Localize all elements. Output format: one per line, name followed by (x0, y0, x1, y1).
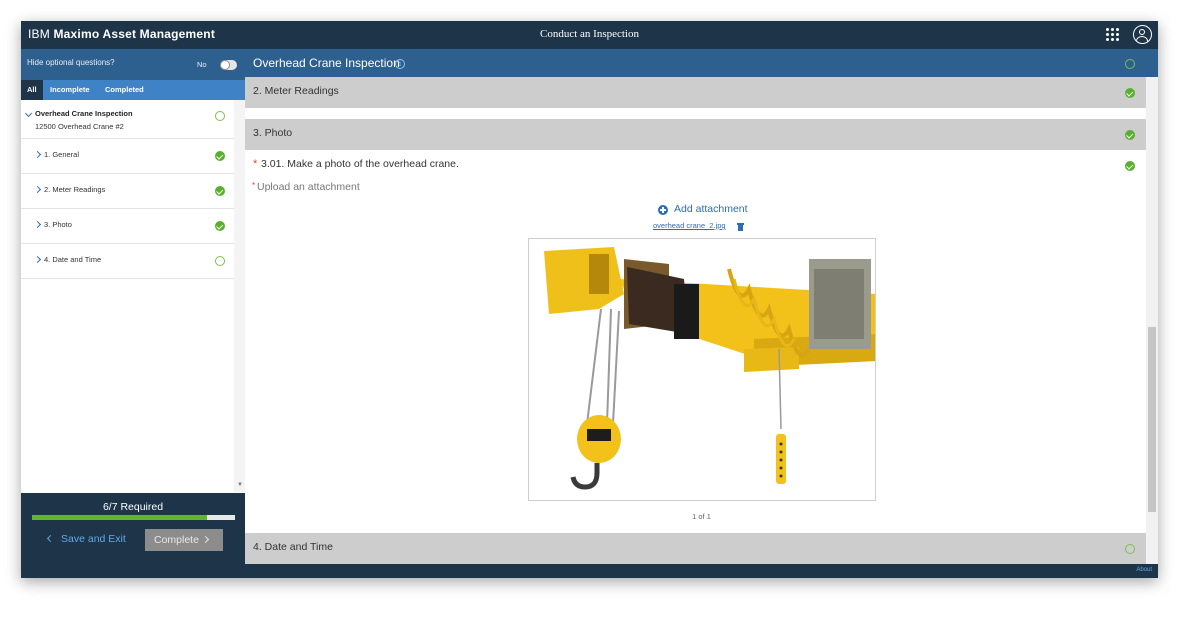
app-window: IBM Maximo Asset Management Conduct an I… (21, 21, 1158, 578)
left-navigation-panel: Hide optional questions? No All Incomple… (21, 49, 245, 578)
incomplete-circle-icon (1125, 544, 1135, 554)
save-and-exit-label: Save and Exit (61, 533, 126, 545)
chevron-right-icon (33, 150, 42, 159)
optional-questions-bar: Hide optional questions? No (21, 49, 245, 80)
apps-grid-icon[interactable] (1106, 28, 1120, 42)
tab-completed[interactable]: Completed (99, 80, 150, 100)
tree-root-title: Overhead Crane Inspection (35, 109, 133, 118)
tree-item-photo[interactable]: 3. Photo (21, 209, 234, 244)
complete-button[interactable]: Complete (145, 529, 223, 551)
incomplete-circle-icon (1125, 59, 1135, 69)
hide-optional-value: No (197, 60, 207, 69)
tab-all[interactable]: All (21, 80, 43, 100)
checkmark-icon (215, 151, 225, 161)
user-avatar-icon[interactable] (1133, 25, 1152, 44)
top-header: IBM Maximo Asset Management Conduct an I… (21, 21, 1158, 49)
tree-item-label: 4. Date and Time (44, 255, 102, 264)
incomplete-circle-icon (215, 256, 225, 266)
attachment-pager: 1 of 1 (692, 512, 711, 521)
progress-bar (32, 515, 235, 520)
section-meter-readings[interactable]: 2. Meter Readings (245, 77, 1146, 108)
main-scrollbar[interactable] (1146, 77, 1158, 564)
chevron-down-icon[interactable] (24, 109, 33, 118)
inspection-tree: Overhead Crane Inspection 12500 Overhead… (21, 100, 234, 441)
chevron-right-icon (33, 220, 42, 229)
add-circle-icon[interactable] (658, 205, 668, 215)
checkmark-icon (1125, 130, 1135, 140)
required-asterisk: * (252, 181, 256, 190)
hide-optional-toggle[interactable] (220, 60, 237, 70)
tree-item-general[interactable]: 1. General (21, 139, 234, 174)
hide-optional-label: Hide optional questions? (27, 58, 115, 67)
checkmark-icon (1125, 161, 1135, 171)
filter-tabs: All Incomplete Completed (21, 80, 245, 100)
tree-item-label: 2. Meter Readings (44, 185, 106, 194)
tree-root-subtitle: 12500 Overhead Crane #2 (35, 122, 124, 131)
tree-item-date-and-time[interactable]: 4. Date and Time (21, 244, 234, 279)
section-date-and-time[interactable]: 4. Date and Time (245, 533, 1146, 564)
upload-attachment-label: Upload an attachment (257, 181, 360, 193)
inspection-header: Overhead Crane Inspection i (245, 49, 1158, 77)
main-content: Overhead Crane Inspection i 2. Meter Rea… (245, 49, 1158, 564)
scrollbar-thumb[interactable] (1148, 327, 1156, 512)
attachment-photo[interactable] (528, 238, 876, 501)
chevron-left-icon (46, 534, 55, 543)
chevron-right-icon (201, 535, 210, 544)
section-title: 3. Photo (253, 127, 293, 139)
trash-icon[interactable] (737, 223, 744, 231)
progress-fill (32, 515, 207, 520)
page-title: Conduct an Inspection (540, 28, 639, 40)
tab-incomplete[interactable]: Incomplete (44, 80, 96, 100)
left-scrollbar[interactable]: ▼ (234, 100, 245, 492)
bottom-status-bar: About (245, 564, 1158, 578)
left-footer: 6/7 Required Save and Exit Complete (21, 493, 245, 578)
question-text: 3.01. Make a photo of the overhead crane… (261, 158, 459, 170)
checkmark-icon (215, 221, 225, 231)
attachment-filename-link[interactable]: overhead crane_2.jpg (653, 221, 726, 230)
tree-item-meter-readings[interactable]: 2. Meter Readings (21, 174, 234, 209)
section-photo[interactable]: 3. Photo (245, 119, 1146, 150)
inspection-title: Overhead Crane Inspection (253, 56, 400, 70)
about-link[interactable]: About (1136, 567, 1152, 573)
chevron-right-icon (33, 255, 42, 264)
required-count: 6/7 Required (102, 501, 164, 513)
checkmark-icon (215, 186, 225, 196)
info-icon[interactable]: i (395, 59, 405, 69)
tree-item-label: 1. General (44, 150, 80, 159)
section-title: 2. Meter Readings (253, 85, 339, 97)
tree-root-item[interactable]: Overhead Crane Inspection 12500 Overhead… (21, 100, 234, 139)
checkmark-icon (1125, 88, 1135, 98)
overhead-crane-image (544, 247, 875, 490)
incomplete-circle-icon (215, 111, 225, 121)
add-attachment-button[interactable]: Add attachment (674, 203, 748, 215)
toggle-knob (220, 60, 230, 70)
complete-label: Complete (154, 534, 199, 546)
scroll-down-arrow-icon[interactable]: ▼ (237, 482, 243, 488)
tree-item-label: 3. Photo (44, 220, 72, 229)
section-title: 4. Date and Time (253, 541, 333, 553)
save-and-exit-button[interactable]: Save and Exit (46, 533, 126, 545)
required-asterisk: * (253, 158, 258, 170)
chevron-right-icon (33, 185, 42, 194)
